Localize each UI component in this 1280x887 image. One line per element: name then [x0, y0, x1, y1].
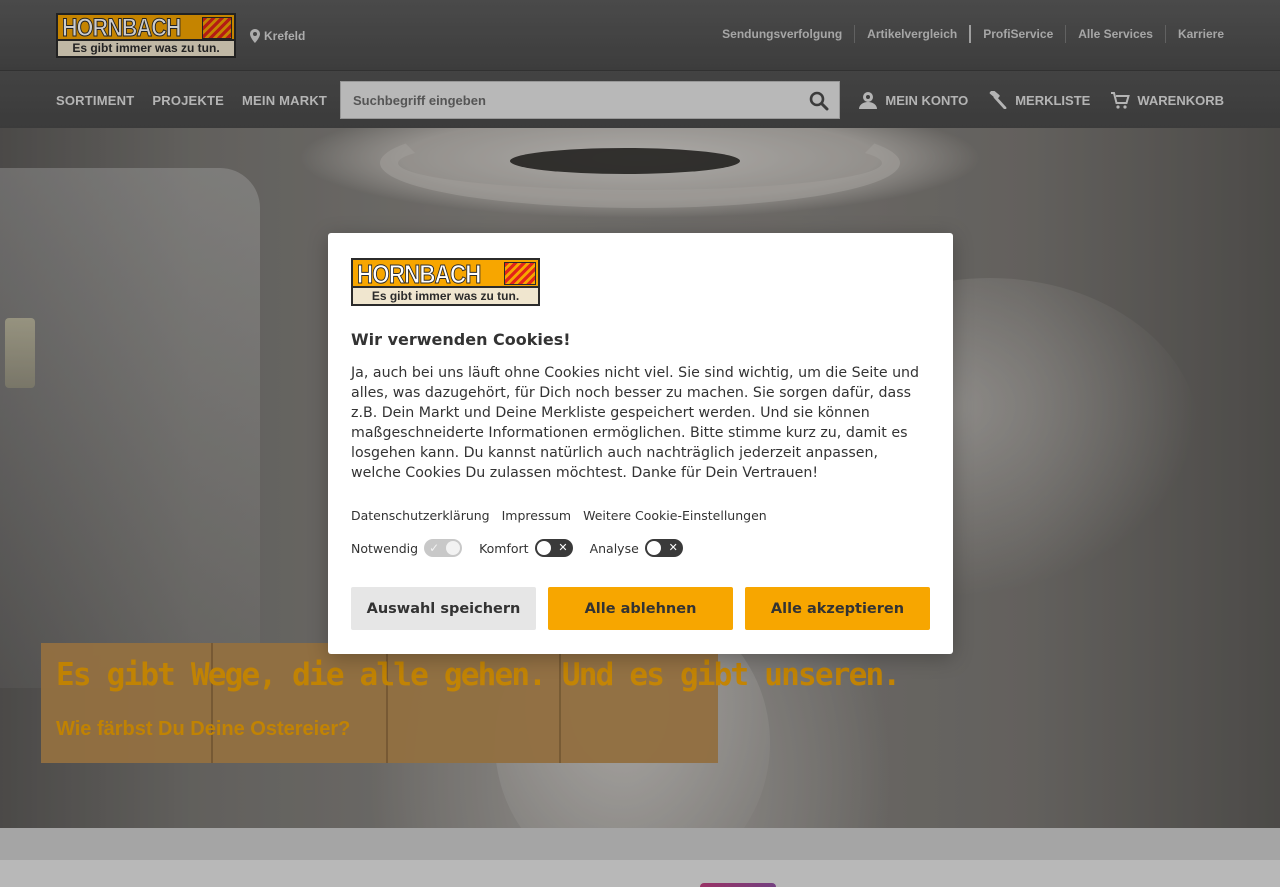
- switch-knob: [646, 541, 661, 555]
- cookie-title: Wir verwenden Cookies!: [351, 330, 571, 349]
- cookie-toggles: Notwendig ✓ Komfort ✕ Analyse ✕: [351, 539, 700, 557]
- toggle-necessary: Notwendig ✓: [351, 539, 463, 557]
- privacy-link[interactable]: Datenschutzerklärung: [351, 508, 490, 523]
- toggle-analysis-label: Analyse: [589, 540, 639, 556]
- cross-icon: ✕: [558, 541, 568, 554]
- cookie-links: Datenschutzerklärung Impressum Weitere C…: [351, 508, 767, 523]
- cookie-logo-stripes-icon: [504, 262, 536, 285]
- save-selection-button[interactable]: Auswahl speichern: [351, 587, 536, 630]
- reject-all-button[interactable]: Alle ablehnen: [548, 587, 733, 630]
- cookie-text: Ja, auch bei uns läuft ohne Cookies nich…: [351, 365, 920, 481]
- switch-knob: [536, 541, 551, 555]
- imprint-link[interactable]: Impressum: [502, 508, 571, 523]
- switch-knob: [446, 541, 461, 555]
- toggle-analysis: Analyse ✕: [590, 539, 683, 557]
- cookie-logo-brand: HORNBACH: [357, 259, 482, 289]
- cross-icon: ✕: [668, 541, 678, 554]
- cookie-buttons: Auswahl speichern Alle ablehnen Alle akz…: [351, 587, 930, 630]
- comfort-switch[interactable]: ✕: [534, 539, 573, 557]
- toggle-necessary-label: Notwendig: [351, 540, 419, 556]
- cookie-dialog-logo: HORNBACH Es gibt immer was zu tun.: [351, 258, 540, 306]
- analysis-switch[interactable]: ✕: [644, 539, 683, 557]
- check-icon: ✓: [429, 541, 440, 555]
- toggle-comfort: Komfort ✕: [479, 539, 573, 557]
- cookie-settings-link[interactable]: Weitere Cookie-Einstellungen: [583, 508, 767, 523]
- toggle-comfort-label: Komfort: [479, 540, 529, 556]
- accept-all-button[interactable]: Alle akzeptieren: [745, 587, 930, 630]
- cookie-logo-slogan: Es gibt immer was zu tun.: [353, 286, 538, 304]
- necessary-switch[interactable]: ✓: [424, 539, 463, 557]
- cookie-dialog: HORNBACH Es gibt immer was zu tun. Wir v…: [328, 233, 953, 654]
